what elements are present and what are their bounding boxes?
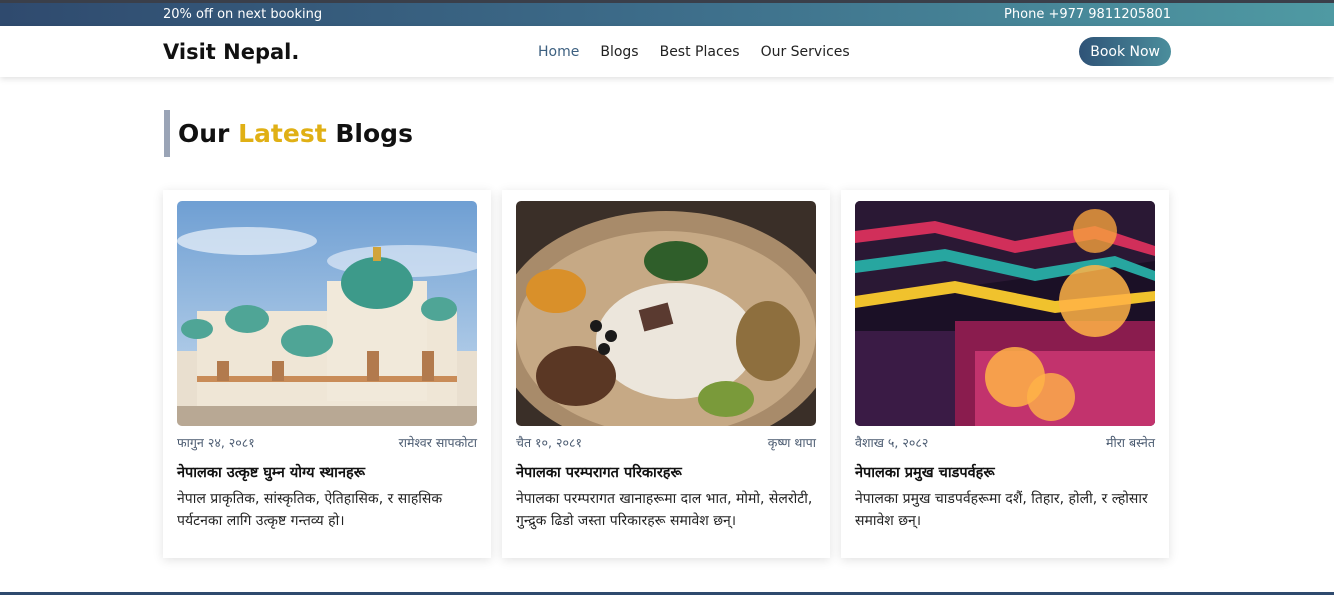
card-meta: वैशाख ५, २०८२ मीरा बस्नेत <box>855 434 1155 451</box>
post-title[interactable]: नेपालका परम्परागत परिकारहरू <box>516 462 816 482</box>
book-now-button[interactable]: Book Now <box>1079 37 1171 66</box>
post-date: फागुन २४, २०८१ <box>177 435 255 450</box>
navbar: Visit Nepal. Home Blogs Best Places Our … <box>0 26 1334 77</box>
title-prefix: Our <box>178 119 230 148</box>
promo-text: 20% off on next booking <box>163 7 323 22</box>
title-accent: Latest <box>238 119 327 148</box>
post-excerpt: नेपाल प्राकृतिक, सांस्कृतिक, ऐतिहासिक, र… <box>177 491 443 529</box>
food-platter-photo[interactable] <box>516 201 816 426</box>
promo-bar: 20% off on next booking Phone +977 98112… <box>0 0 1334 26</box>
blog-card[interactable]: फागुन २४, २०८१ रामेश्वर सापकोटा नेपालका … <box>163 190 491 558</box>
post-title[interactable]: नेपालका उत्कृष्ट घुम्न योग्य स्थानहरू <box>177 462 477 482</box>
card-meta: फागुन २४, २०८१ रामेश्वर सापकोटा <box>177 434 477 451</box>
blog-card[interactable]: चैत १०, २०८१ कृष्ण थापा नेपालका परम्पराग… <box>502 190 830 558</box>
nav-link-blogs[interactable]: Blogs <box>600 44 638 60</box>
brand-logo[interactable]: Visit Nepal. <box>163 40 299 64</box>
post-title[interactable]: नेपालका प्रमुख चाडपर्वहरू <box>855 462 1155 482</box>
card-meta: चैत १०, २०८१ कृष्ण थापा <box>516 434 816 451</box>
blog-card-list: फागुन २४, २०८१ रामेश्वर सापकोटा नेपालका … <box>163 190 1171 558</box>
main-nav: Home Blogs Best Places Our Services <box>538 26 850 77</box>
post-excerpt: नेपालका परम्परागत खानाहरूमा दाल भात, मोम… <box>516 491 813 529</box>
temple-photo[interactable] <box>177 201 477 426</box>
nav-link-best-places[interactable]: Best Places <box>660 44 740 60</box>
post-date: वैशाख ५, २०८२ <box>855 435 929 450</box>
nav-link-home[interactable]: Home <box>538 44 579 60</box>
post-excerpt: नेपालका प्रमुख चाडपर्वहरूमा दशैं, तिहार,… <box>855 491 1148 529</box>
title-suffix: Blogs <box>335 119 413 148</box>
post-author: रामेश्वर सापकोटा <box>398 435 477 450</box>
post-author: कृष्ण थापा <box>767 435 816 450</box>
nav-link-our-services[interactable]: Our Services <box>761 44 850 60</box>
blog-card[interactable]: वैशाख ५, २०८२ मीरा बस्नेत नेपालका प्रमुख… <box>841 190 1169 558</box>
post-date: चैत १०, २०८१ <box>516 435 582 450</box>
section-title: Our Latest Blogs <box>164 110 1171 157</box>
post-author: मीरा बस्नेत <box>1105 435 1155 450</box>
phone-text: Phone +977 9811205801 <box>1004 7 1171 22</box>
latest-blogs-section: Our Latest Blogs फागुन २४, २०८१ रामेश्वर… <box>163 77 1171 558</box>
festival-lights-photo[interactable] <box>855 201 1155 426</box>
